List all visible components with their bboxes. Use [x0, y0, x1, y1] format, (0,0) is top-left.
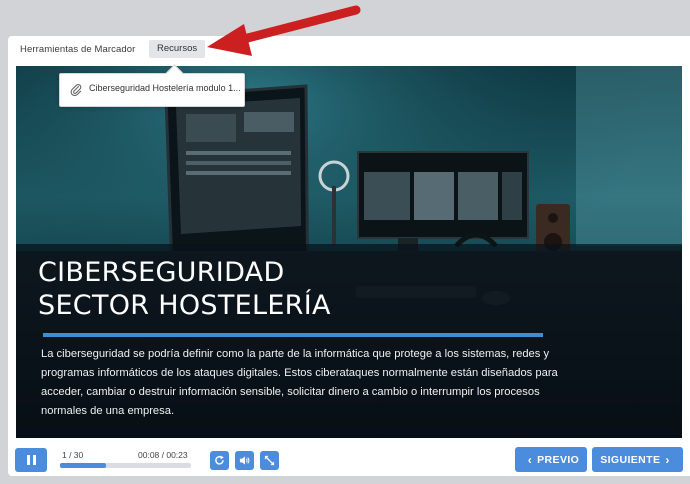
resource-link[interactable]: Ciberseguridad Hostelería modulo 1...	[89, 83, 241, 93]
paperclip-icon	[70, 84, 82, 97]
resources-dropdown: Ciberseguridad Hostelería modulo 1...	[59, 73, 245, 107]
